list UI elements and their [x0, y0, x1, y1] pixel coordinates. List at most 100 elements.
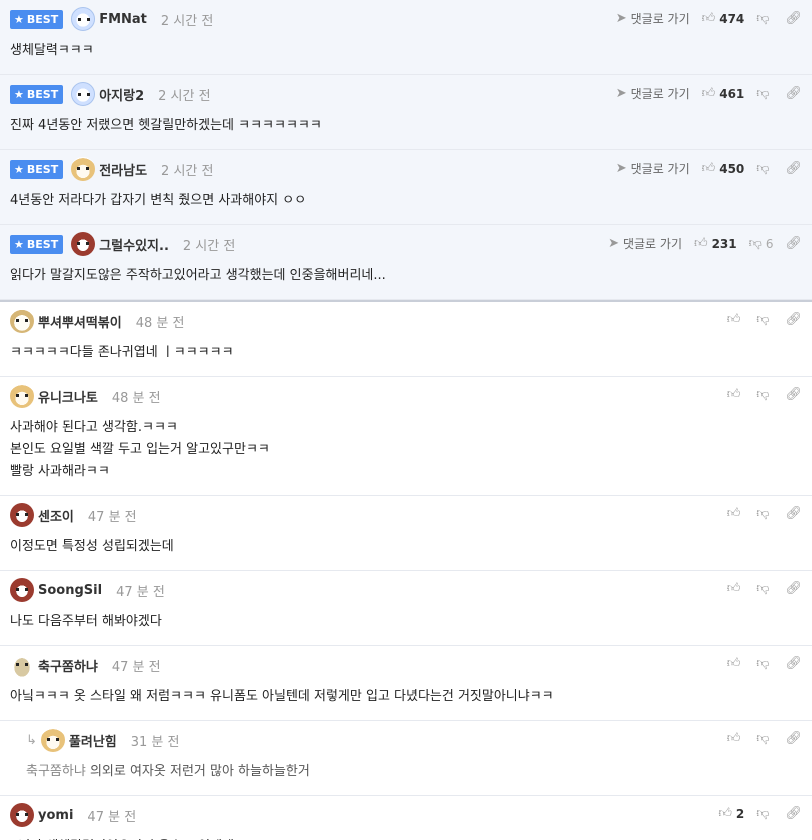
- best-comment: ★ BEST FMNat 2 시간 전 ➤ 댓글로 가기 👍︎ 474 👎︎ 🔗︎ 생체달력ㅋㅋㅋ: [0, 0, 812, 75]
- like-button[interactable]: 👍︎: [727, 731, 745, 746]
- dislike-button[interactable]: 👎︎ 6: [749, 236, 774, 251]
- goto-reply-link[interactable]: ➤ 댓글로 가기: [616, 85, 690, 102]
- best-comment: ★ BEST 아지랑2 2 시간 전 ➤ 댓글로 가기 👍︎ 461 👎︎ 🔗︎ 진짜 4년동안 저…: [0, 75, 812, 150]
- best-label: BEST: [26, 87, 59, 101]
- comment-text: 4년동안 저라다가 갑자기 변칙 줬으면 사과해야지 ㅇㅇ: [10, 188, 802, 224]
- nickname[interactable]: 유니크나토: [38, 387, 98, 406]
- avatar[interactable]: [40, 728, 65, 752]
- like-count: 231: [711, 236, 737, 251]
- thumbs-down-icon: 👎︎: [756, 656, 770, 671]
- dislike-button[interactable]: 👎︎: [756, 312, 773, 327]
- goto-reply-link[interactable]: ➤ 댓글로 가기: [608, 235, 682, 252]
- comment-header: SoongSil 47 분 전: [10, 571, 802, 609]
- goto-reply-link[interactable]: ➤ 댓글로 가기: [616, 10, 690, 27]
- share-link-button[interactable]: 🔗︎: [785, 731, 802, 746]
- link-icon: 🔗︎: [785, 387, 802, 402]
- nickname[interactable]: 풀려난힘: [69, 731, 117, 750]
- dislike-count: 6: [765, 236, 774, 251]
- avatar[interactable]: [10, 803, 34, 827]
- share-link-button[interactable]: 🔗︎: [785, 236, 802, 251]
- dislike-button[interactable]: 👎︎: [756, 656, 773, 671]
- thumbs-up-icon: 👍︎: [726, 387, 741, 402]
- nickname[interactable]: 전라남도: [99, 160, 147, 179]
- goto-reply-link[interactable]: ➤ 댓글로 가기: [616, 160, 690, 177]
- comment-body: 읽다가 말갈지도않은 주작하고있어라고 생각했는데 인중을해버리네...: [10, 268, 386, 283]
- share-link-button[interactable]: 🔗︎: [785, 806, 802, 821]
- nickname[interactable]: yomi: [38, 808, 73, 823]
- like-button[interactable]: 👍︎: [727, 656, 745, 671]
- comment-text: 읽다가 말갈지도않은 주작하고있어라고 생각했는데 인중을해버리네...: [10, 263, 802, 299]
- avatar[interactable]: [10, 309, 34, 333]
- like-button[interactable]: 👍︎: [727, 506, 745, 521]
- comment-header: ↳ 풀려난힘 31 분 전: [26, 721, 802, 759]
- nickname[interactable]: FMNat: [99, 12, 147, 27]
- dislike-button[interactable]: 👎︎: [756, 161, 773, 176]
- comment-text: 진짜 4년동안 저랬으면 헷갈릴만하겠는데 ㅋㅋㅋㅋㅋㅋㅋ: [10, 113, 802, 149]
- share-link-button[interactable]: 🔗︎: [785, 656, 802, 671]
- link-icon: 🔗︎: [785, 656, 802, 671]
- comment: 축구쫌하냐 47 분 전 👍︎ 👎︎ 🔗︎ 아닠ㅋㅋㅋ 옷 스타일 왜 저럼ㅋㅋㅋ 유니폼…: [0, 646, 812, 721]
- best-badge: ★ BEST: [10, 234, 64, 254]
- comment-body: 나도 다음주부터 해봐야겠다: [10, 614, 162, 629]
- link-icon: 🔗︎: [785, 506, 802, 521]
- avatar[interactable]: [71, 232, 96, 256]
- share-link-button[interactable]: 🔗︎: [785, 581, 802, 596]
- like-button[interactable]: 👍︎ 450: [702, 161, 745, 176]
- comment-actions: ➤ 댓글로 가기 👍︎ 474 👎︎ 🔗︎: [616, 10, 802, 27]
- avatar[interactable]: [10, 384, 34, 408]
- nickname[interactable]: 센조이: [38, 506, 74, 525]
- star-icon: ★: [14, 87, 24, 101]
- comment-actions: ➤ 댓글로 가기 👍︎ 461 👎︎ 🔗︎: [616, 85, 802, 102]
- nickname[interactable]: 뿌셔뿌셔떡볶이: [38, 312, 122, 331]
- comment: yomi 47 분 전 👍︎2 👎︎ 🔗︎ 4년간 생체달력이였으면 속을수도 있겠네: [0, 796, 812, 840]
- like-count: 461: [719, 86, 745, 101]
- avatar[interactable]: [71, 157, 96, 181]
- share-link-button[interactable]: 🔗︎: [785, 506, 802, 521]
- like-button[interactable]: 👍︎: [727, 312, 745, 327]
- dislike-button[interactable]: 👎︎: [756, 11, 773, 26]
- share-link-button[interactable]: 🔗︎: [785, 312, 802, 327]
- dislike-button[interactable]: 👎︎: [756, 86, 773, 101]
- timestamp: 47 분 전: [87, 509, 137, 525]
- comment: 센조이 47 분 전 👍︎ 👎︎ 🔗︎ 이정도면 특정성 성립되겠는데: [0, 496, 812, 571]
- thumbs-up-icon: 👍︎: [718, 806, 732, 821]
- comment-actions: 👍︎ 👎︎ 🔗︎: [727, 506, 802, 521]
- dislike-button[interactable]: 👎︎: [756, 387, 773, 402]
- avatar[interactable]: [71, 82, 96, 106]
- thumbs-down-icon: 👎︎: [748, 236, 762, 251]
- like-button[interactable]: 👍︎ 461: [702, 86, 745, 101]
- comment-text: 축구쫌하냐 의외로 여자옷 저런거 많아 하늘하늘한거: [26, 759, 802, 795]
- like-count: 2: [735, 806, 745, 821]
- like-button[interactable]: 👍︎ 474: [702, 11, 745, 26]
- share-link-button[interactable]: 🔗︎: [785, 161, 802, 176]
- timestamp: 47 분 전: [87, 809, 137, 825]
- mention[interactable]: 축구쫌하냐: [26, 764, 86, 779]
- share-link-button[interactable]: 🔗︎: [785, 11, 802, 26]
- like-button[interactable]: 👍︎: [727, 387, 745, 402]
- avatar[interactable]: [10, 653, 34, 677]
- thumbs-down-icon: 👎︎: [756, 86, 770, 101]
- like-button[interactable]: 👍︎: [727, 581, 745, 596]
- thumbs-up-icon: 👍︎: [726, 506, 741, 521]
- goto-reply-label: 댓글로 가기: [622, 237, 682, 251]
- nickname[interactable]: SoongSil: [38, 583, 102, 598]
- avatar[interactable]: [10, 503, 34, 527]
- dislike-button[interactable]: 👎︎: [756, 506, 773, 521]
- like-button[interactable]: 👍︎ 2: [718, 806, 744, 821]
- avatar[interactable]: [10, 578, 34, 602]
- comment-body: 4년동안 저라다가 갑자기 변칙 줬으면 사과해야지 ㅇㅇ: [10, 193, 307, 208]
- nickname[interactable]: 그럴수있지..: [99, 235, 169, 254]
- comment-header: 센조이 47 분 전: [10, 496, 802, 534]
- share-link-button[interactable]: 🔗︎: [785, 387, 802, 402]
- like-button[interactable]: 👍︎ 231: [694, 236, 737, 251]
- nickname[interactable]: 아지랑2: [99, 85, 144, 104]
- share-link-button[interactable]: 🔗︎: [785, 86, 802, 101]
- timestamp: 48 분 전: [111, 390, 161, 406]
- dislike-button[interactable]: 👎︎: [756, 581, 773, 596]
- nickname[interactable]: 축구쫌하냐: [38, 656, 98, 675]
- avatar[interactable]: [71, 7, 96, 31]
- goto-reply-label: 댓글로 가기: [630, 87, 690, 101]
- dislike-button[interactable]: 👎︎: [756, 806, 773, 821]
- goto-reply-label: 댓글로 가기: [630, 162, 690, 176]
- dislike-button[interactable]: 👎︎: [756, 731, 773, 746]
